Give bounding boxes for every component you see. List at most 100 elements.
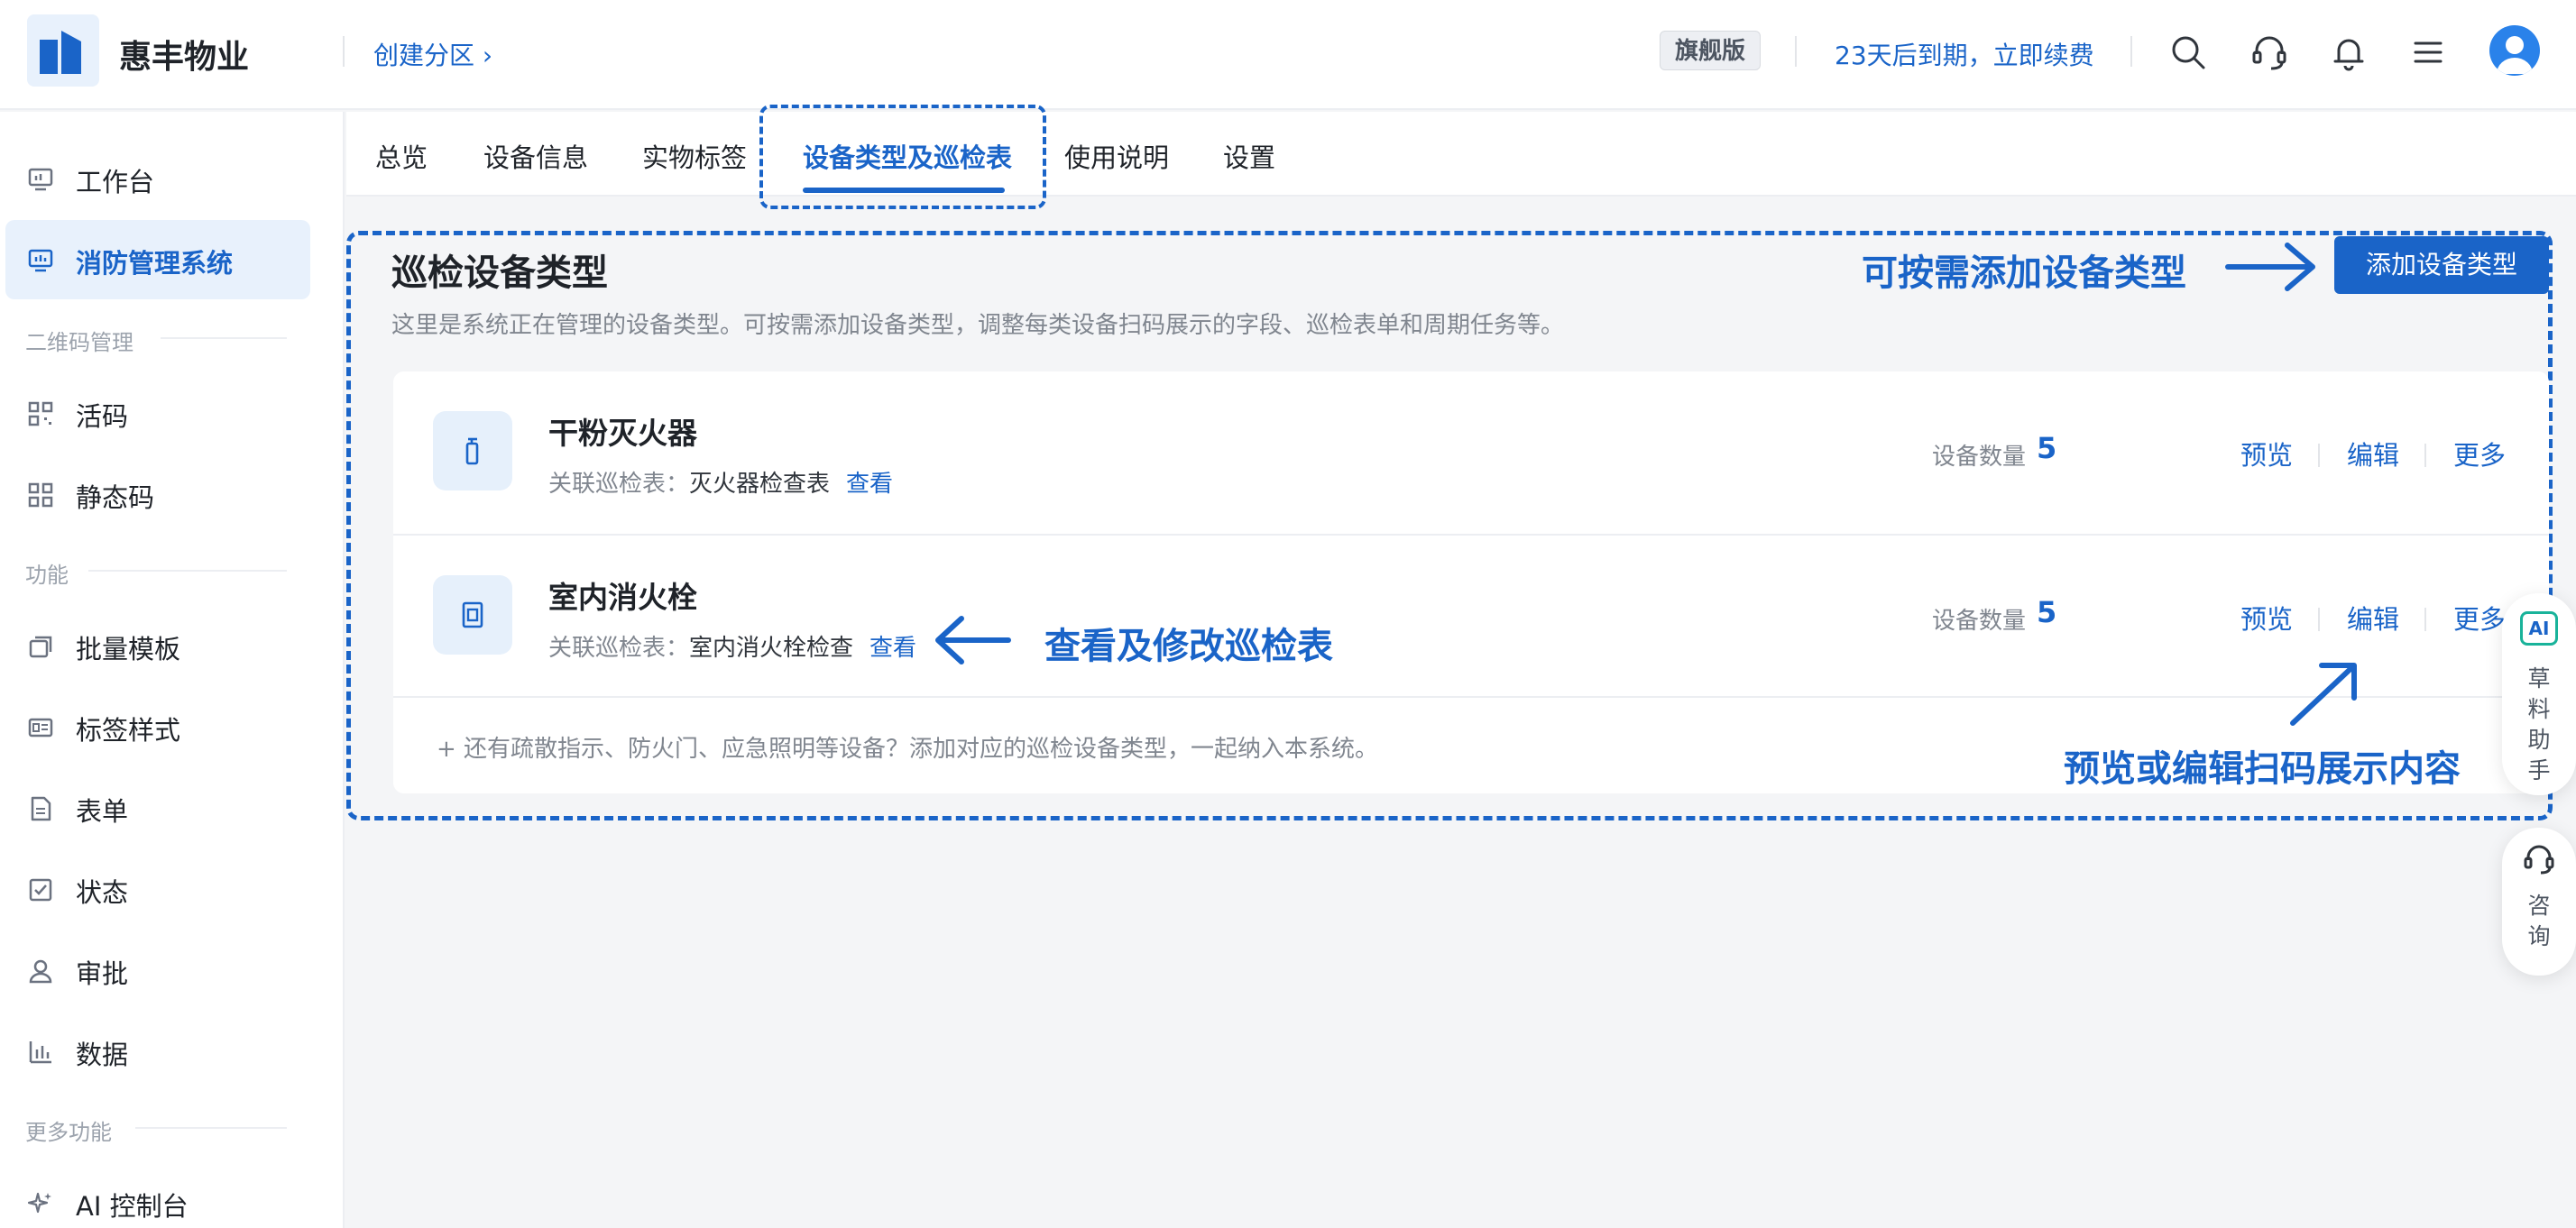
plan-badge: 旗舰版 [1660,31,1762,70]
sidebar-item-form[interactable]: 表单 [5,768,310,848]
sidebar-item-label: 消防管理系统 [76,248,234,279]
edit-button[interactable]: 编辑 [2347,435,2399,472]
more-button[interactable]: 更多 [2453,435,2506,472]
static-qrcode-icon [27,481,54,509]
sidebar-item-ai-console[interactable]: AI 控制台 [5,1163,310,1228]
linked-form-value: 室内消火栓检查 [689,635,854,662]
ai-label-char: 草 [2527,665,2551,692]
sidebar-item-label: 活码 [76,401,129,432]
ai-assistant-panel[interactable]: AI 草 料 助 手 [2502,593,2576,795]
renew-link[interactable]: 23天后到期，立即续费 [1835,36,2094,72]
data-icon [27,1039,54,1066]
group-divider [88,570,287,572]
arrow-left-icon [935,616,1011,664]
sidebar-item-data[interactable]: 数据 [5,1012,310,1091]
approval-icon [27,958,54,985]
device-count-label: 设备数量 [1932,444,2027,471]
annotation-add-type: 可按需添加设备类型 [1862,252,2186,294]
edit-button[interactable]: 编辑 [2347,599,2399,637]
sidebar-item-label-style[interactable]: 标签样式 [5,687,310,766]
linked-form-value: 灭火器检查表 [689,471,831,498]
device-type-name: 室内消火栓 [548,580,697,615]
device-count-value: 5 [2037,595,2057,629]
tab-device-info[interactable]: 设备信息 [483,137,588,175]
menu-icon[interactable] [2408,32,2448,72]
page-description: 这里是系统正在管理的设备类型。可按需添加设备类型，调整每类设备扫码展示的字段、巡… [391,312,1565,339]
action-divider [2318,608,2320,631]
search-icon[interactable] [2168,32,2208,72]
brand-name: 惠丰物业 [119,39,250,76]
monitor-icon [27,247,54,274]
action-divider [2424,444,2426,467]
sidebar-item-workbench[interactable]: 工作台 [5,139,310,218]
form-icon [27,795,54,822]
add-device-type-button[interactable]: 添加设备类型 [2334,236,2549,294]
consult-label-char: 询 [2527,923,2551,949]
consult-panel[interactable]: 咨 询 [2502,828,2576,976]
template-icon [27,633,54,660]
top-bar: 惠丰物业 创建分区 › 旗舰版 23天后到期，立即续费 [0,0,2576,110]
bell-icon[interactable] [2329,32,2369,72]
sidebar-item-label: 批量模板 [76,634,181,664]
sidebar-item-label: 审批 [76,958,129,989]
sidebar-item-label: AI 控制台 [76,1191,189,1222]
ai-label-char: 手 [2527,757,2551,784]
tab-settings[interactable]: 设置 [1223,137,1275,175]
more-button[interactable]: 更多 [2453,599,2506,637]
device-count-label: 设备数量 [1932,608,2027,635]
sidebar-item-label: 标签样式 [76,715,181,746]
breadcrumb-create-partition[interactable]: 创建分区 › [373,36,492,72]
divider [393,696,2549,698]
preview-button[interactable]: 预览 [2240,435,2293,472]
headset-icon[interactable] [2249,32,2289,72]
ai-label-char: 助 [2527,727,2551,753]
divider [2130,36,2132,67]
label-style-icon [27,714,54,741]
arrow-up-right-icon [2290,663,2357,726]
view-form-link[interactable]: 查看 [846,471,893,498]
group-title-qrcode: 二维码管理 [25,330,133,355]
tab-highlight-box [759,105,1046,209]
tab-overview[interactable]: 总览 [375,137,428,175]
preview-button[interactable]: 预览 [2240,599,2293,637]
tab-physical-label[interactable]: 实物标签 [642,137,747,175]
device-count-value: 5 [2037,431,2057,465]
extinguisher-icon [433,411,512,490]
view-form-link[interactable]: 查看 [869,635,916,662]
table-row: 室内消火栓 关联巡检表：室内消火栓检查 查看 设备数量 5 预览 编辑 更多 [393,534,2549,696]
device-type-list: 干粉灭火器 关联巡检表：灭火器检查表 查看 设备数量 5 预览 编辑 更多 室内消… [393,371,2549,793]
page-title: 巡检设备类型 [391,252,608,294]
ai-label-char: 料 [2527,696,2551,722]
sidebar-item-static-qrcode[interactable]: 静态码 [5,454,310,534]
status-icon [27,876,54,903]
ai-badge-icon: AI [2520,611,2558,646]
hydrant-cabinet-icon [433,575,512,655]
group-title-more: 更多功能 [25,1120,112,1145]
ai-sparkle-icon [27,1190,54,1217]
device-type-name: 干粉灭火器 [548,416,697,451]
sidebar-item-fire-system[interactable]: 消防管理系统 [5,220,310,299]
sidebar-item-label: 工作台 [76,167,155,197]
add-more-tip[interactable]: + 还有疏散指示、防火门、应急照明等设备？添加对应的巡检设备类型，一起纳入本系统… [437,730,1378,764]
consult-label-char: 咨 [2527,893,2551,919]
sidebar-item-live-qrcode[interactable]: 活码 [5,373,310,453]
sidebar-item-label: 静态码 [76,482,155,513]
action-divider [2424,608,2426,631]
brand-logo-icon[interactable] [27,14,99,87]
sidebar-item-batch-template[interactable]: 批量模板 [5,606,310,685]
avatar[interactable] [2489,25,2540,76]
sidebar-item-label: 状态 [76,877,129,908]
arrow-right-icon [2225,243,2315,291]
linked-form-label: 关联巡检表： [548,471,690,498]
sidebar-item-approval[interactable]: 审批 [5,930,310,1010]
annotation-preview-edit: 预览或编辑扫码展示内容 [2064,748,2461,790]
sidebar: 工作台 消防管理系统 二维码管理 活码 静态码 功能 批量模板 标签样式 表单 … [0,112,345,1228]
group-title-function: 功能 [25,563,69,588]
sidebar-item-label: 数据 [76,1040,129,1070]
sidebar-item-status[interactable]: 状态 [5,849,310,929]
tab-bar: 总览 设备信息 实物标签 设备类型及巡检表 使用说明 设置 [346,112,2576,197]
group-divider [161,337,287,339]
tab-instructions[interactable]: 使用说明 [1064,137,1169,175]
sidebar-item-label: 表单 [76,796,129,827]
annotation-view-edit: 查看及修改巡检表 [1044,626,1333,667]
